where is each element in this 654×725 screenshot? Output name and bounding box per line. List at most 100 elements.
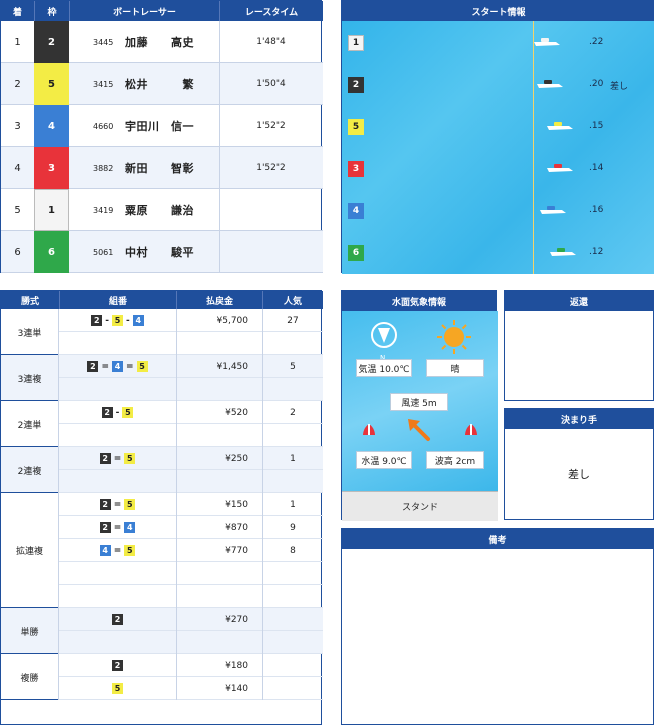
- payout-group: 拡連複 2 = 5 ¥150 1 2 = 4 ¥870 9 4 = 5 ¥770 8: [1, 493, 323, 608]
- wind-arrow-icon: [408, 419, 430, 441]
- combination: 2-5: [59, 401, 176, 424]
- combination: 2 = 4: [59, 516, 176, 539]
- race-result-table: 着 枠 ボートレーサー レースタイム 1 2 3445 加藤 高史 1'48"4 2 5 34…: [0, 0, 323, 273]
- race-time: [219, 189, 322, 231]
- frame-number-badge: 5: [34, 63, 69, 105]
- payout-amount: ¥1,450: [176, 355, 262, 378]
- air-temperature: 気温 10.0℃: [356, 359, 412, 377]
- payout-amount: ¥180: [176, 654, 262, 677]
- right-buoy-icon: [465, 424, 477, 435]
- start-info-panel: スタート情報 1.22 2.20 差し 5.15 3.14 4.16 6.12: [341, 0, 654, 274]
- payout-header-row: 勝式 組番 払戻金 人気: [1, 291, 323, 309]
- popularity-rank: [262, 631, 323, 654]
- frame-number-badge: 1: [34, 189, 69, 231]
- start-row: 3.14: [342, 147, 654, 189]
- finish-position: 4: [14, 162, 21, 174]
- header-position: 着: [1, 1, 34, 21]
- water-temperature: 水温 9.0℃: [356, 451, 412, 469]
- start-note: 差し: [610, 82, 629, 92]
- combination: 2 = 4 = 5: [59, 355, 176, 378]
- combination-boat-number: 4: [124, 522, 136, 533]
- refund-value: [505, 311, 653, 400]
- popularity-rank: 27: [262, 309, 323, 332]
- payout-line: 2 = 4 = 5 ¥1,450 5: [59, 355, 323, 378]
- racer-registration-number: 3415: [93, 79, 114, 89]
- frame-number-badge: 4: [34, 105, 69, 147]
- race-time: 1'48"4: [219, 21, 322, 63]
- stand-label: スタンド: [342, 491, 498, 521]
- combination-boat-number: 2: [91, 315, 103, 326]
- weather-title: 水面気象情報: [342, 291, 496, 311]
- payout-line: 2 ¥180: [59, 654, 323, 677]
- payout-amount: ¥250: [176, 447, 262, 470]
- combination-boat-number: 2: [99, 453, 111, 464]
- boat-icon: [547, 122, 573, 130]
- payout-group: 単勝 2 ¥270: [1, 608, 323, 654]
- start-timing: .12: [589, 247, 604, 257]
- payout-amount: [176, 470, 262, 493]
- payout-line: 2-5 ¥520 2: [59, 401, 323, 424]
- bet-type-label: 複勝: [1, 654, 59, 700]
- racer-name: 宇田川 信一: [125, 120, 194, 133]
- remarks-panel: 備考: [341, 528, 654, 725]
- racer-name: 中村 駿平: [125, 246, 194, 259]
- combination: 5: [59, 677, 176, 700]
- combination-separator: -: [115, 407, 120, 418]
- combination: 2: [59, 608, 176, 631]
- payout-line: 2-5-4 ¥5,700 27: [59, 309, 323, 332]
- combination-boat-number: 4: [132, 315, 144, 326]
- header-racer: ボートレーサー: [69, 1, 219, 21]
- payout-group: 2連単 2-5 ¥520 2: [1, 401, 323, 447]
- start-timing: .15: [589, 121, 604, 131]
- result-header-row: 着 枠 ボートレーサー レースタイム: [1, 1, 323, 21]
- start-row: 2 .20 差し: [342, 63, 654, 105]
- bet-type-label: 単勝: [1, 608, 59, 654]
- refund-title: 返還: [505, 291, 653, 311]
- payout-line: [59, 631, 323, 654]
- weather-condition: 晴: [426, 359, 484, 377]
- start-info-title: スタート情報: [342, 1, 654, 21]
- header-payout: 払戻金: [176, 291, 262, 309]
- popularity-rank: 2: [262, 401, 323, 424]
- payout-line: [59, 332, 323, 355]
- combination-boat-number: 5: [124, 453, 136, 464]
- result-row: 1 2 3445 加藤 高史 1'48"4: [1, 21, 323, 63]
- winning-technique-panel: 決まり手 差し: [504, 408, 654, 520]
- start-timing: .14: [589, 163, 604, 173]
- wind-direction-icon: [371, 322, 397, 348]
- start-boat-number: 5: [348, 119, 364, 135]
- payout-group: 3連複 2 = 4 = 5 ¥1,450 5: [1, 355, 323, 401]
- result-row: 2 5 3415 松井 繁 1'50"4: [1, 63, 323, 105]
- header-popularity: 人気: [262, 291, 323, 309]
- remarks-title: 備考: [342, 529, 653, 549]
- start-row: 4.16: [342, 189, 654, 231]
- popularity-rank: 1: [262, 493, 323, 516]
- combination-separator: =: [101, 361, 109, 372]
- combination: 2: [59, 654, 176, 677]
- result-row: 4 3 3882 新田 智彰 1'52"2: [1, 147, 323, 189]
- popularity-rank: 5: [262, 355, 323, 378]
- combination-separator: =: [113, 453, 122, 464]
- payout-amount: [176, 378, 262, 401]
- combination-boat-number: 5: [124, 545, 136, 556]
- finish-position: 5: [14, 204, 21, 216]
- payout-line: [59, 424, 323, 447]
- combination: [59, 470, 176, 493]
- header-bet-type: 勝式: [1, 291, 59, 309]
- payout-group: 複勝 2 ¥180 5 ¥140: [1, 654, 323, 700]
- combination-boat-number: 5: [112, 683, 123, 694]
- combination-boat-number: 5: [136, 361, 148, 372]
- combination-boat-number: 2: [112, 660, 123, 671]
- popularity-rank: [262, 562, 323, 585]
- popularity-rank: [262, 654, 323, 677]
- combination: 2 = 5: [59, 447, 176, 470]
- payout-line: 2 = 5 ¥150 1: [59, 493, 323, 516]
- boat-icon: [534, 38, 560, 46]
- frame-number-badge: 2: [34, 21, 69, 63]
- racer-name: 松井 繁: [125, 78, 194, 91]
- combination: [59, 332, 176, 355]
- race-time: 1'52"2: [219, 147, 322, 189]
- payout-amount: ¥770: [176, 539, 262, 562]
- header-frame: 枠: [34, 1, 69, 21]
- combination-boat-number: 2: [99, 522, 111, 533]
